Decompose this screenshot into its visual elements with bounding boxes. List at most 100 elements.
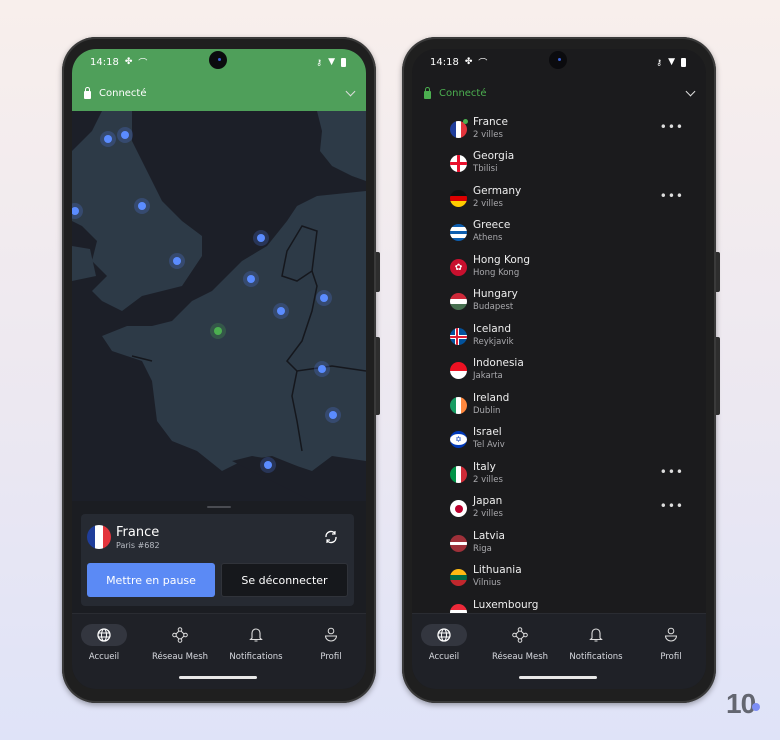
server-pin[interactable] (253, 230, 269, 246)
current-country: France (116, 525, 160, 540)
disconnect-button[interactable]: Se déconnecter (221, 563, 348, 597)
nav-item-profil[interactable]: Profil (634, 624, 706, 662)
germany-flag-icon (450, 190, 467, 207)
country-row-italy[interactable]: Italy 2 villes ••• (412, 457, 706, 491)
country-row-iceland[interactable]: Iceland Reykjavik (412, 319, 706, 353)
greece-flag-icon (450, 224, 467, 241)
country-row-greece[interactable]: Greece Athens (412, 215, 706, 249)
key-icon: ⚷ (316, 57, 323, 67)
connected-server-pin[interactable] (210, 323, 226, 339)
country-row-ireland[interactable]: Ireland Dublin (412, 388, 706, 422)
pause-button[interactable]: Mettre en pause (87, 563, 215, 597)
country-row-hong-kong[interactable]: ✿ Hong Kong Hong Kong (412, 250, 706, 284)
iceland-flag-icon (450, 328, 467, 345)
georgia-flag-icon (450, 155, 467, 172)
server-pin[interactable] (169, 253, 185, 269)
country-cities: 2 villes (473, 509, 503, 519)
country-cities: Tel Aviv (473, 440, 505, 450)
hungary-flag-icon (450, 293, 467, 310)
nav-label: Accueil (88, 652, 120, 662)
server-pin[interactable] (314, 361, 330, 377)
fan-icon: ✤ (464, 57, 473, 67)
country-row-georgia[interactable]: Georgia Tbilisi (412, 146, 706, 180)
connection-status-label: Connecté (99, 87, 147, 99)
power-button (716, 252, 720, 292)
country-row-lithuania[interactable]: Lithuania Vilnius (412, 560, 706, 594)
country-row-israel[interactable]: ✡ Israel Tel Aviv (412, 422, 706, 456)
nav-item-accueil[interactable]: Accueil (412, 624, 481, 662)
country-name: Georgia (473, 150, 515, 162)
nav-item-mesh[interactable]: Réseau Mesh (143, 624, 217, 662)
latvia-flag-icon (450, 535, 467, 552)
connection-status-bar[interactable]: Connecté (412, 75, 706, 111)
battery-icon (341, 57, 346, 67)
server-map[interactable] (72, 111, 366, 501)
country-row-germany[interactable]: Germany 2 villes ••• (412, 181, 706, 215)
bell-icon (249, 628, 263, 642)
power-button (376, 252, 380, 292)
nav-item-profil[interactable]: Profil (294, 624, 366, 662)
chevron-down-icon[interactable] (345, 86, 356, 96)
country-list-screen: 14:18 ✤ ⌒ ⚷ ▼ Connecté France 2 villes •… (412, 49, 706, 689)
server-pin[interactable] (316, 290, 332, 306)
country-cities: Riga (473, 544, 492, 554)
wifi-icon: ▼ (668, 57, 675, 67)
gesture-bar (519, 676, 597, 679)
country-cities: Jakarta (473, 371, 503, 381)
country-name: Ireland (473, 392, 510, 404)
country-cities: Budapest (473, 302, 514, 312)
country-row-japan[interactable]: Japan 2 villes ••• (412, 491, 706, 525)
refresh-icon[interactable] (323, 529, 339, 545)
more-options-icon[interactable]: ••• (660, 499, 684, 513)
more-options-icon[interactable]: ••• (660, 189, 684, 203)
phone-left: 14:18 ✤ ⌒ ⚷ ▼ Connecté France Paris #682… (62, 37, 380, 703)
chevron-down-icon[interactable] (685, 86, 696, 96)
nav-item-mesh[interactable]: Réseau Mesh (483, 624, 557, 662)
nav-label: Réseau Mesh (491, 652, 549, 662)
nav-label: Profil (660, 652, 682, 662)
battery-icon (681, 57, 686, 67)
sheet-handle[interactable] (207, 506, 231, 508)
status-time: 14:18 (90, 56, 119, 68)
server-pin[interactable] (100, 131, 116, 147)
volume-button (376, 337, 380, 415)
country-row-luxembourg[interactable]: Luxembourg (412, 595, 706, 613)
wifi-icon: ▼ (328, 57, 335, 67)
server-pin[interactable] (325, 407, 341, 423)
connected-indicator (463, 119, 468, 124)
country-row-latvia[interactable]: Latvia Riga (412, 526, 706, 560)
country-name: Iceland (473, 323, 512, 335)
nav-label: Réseau Mesh (151, 652, 209, 662)
connection-status-bar[interactable]: Connecté (72, 75, 366, 111)
country-row-france[interactable]: France 2 villes ••• (412, 112, 706, 146)
server-pin[interactable] (260, 457, 276, 473)
server-pin[interactable] (117, 127, 133, 143)
nav-item-notifications[interactable]: Notifications (219, 624, 293, 662)
country-name: Lithuania (473, 564, 522, 576)
nav-label: Notifications (569, 652, 623, 662)
nav-label: Accueil (428, 652, 460, 662)
nav-item-accueil[interactable]: Accueil (72, 624, 141, 662)
country-row-hungary[interactable]: Hungary Budapest (412, 284, 706, 318)
indonesia-flag-icon (450, 362, 467, 379)
more-options-icon[interactable]: ••• (660, 465, 684, 479)
server-pin[interactable] (243, 271, 259, 287)
italy-flag-icon (450, 466, 467, 483)
gesture-bar (179, 676, 257, 679)
country-name: Indonesia (473, 357, 524, 369)
country-row-indonesia[interactable]: Indonesia Jakarta (412, 353, 706, 387)
server-pin[interactable] (134, 198, 150, 214)
vpn-arc-icon: ⌒ (138, 58, 148, 69)
lithuania-flag-icon (450, 569, 467, 586)
more-options-icon[interactable]: ••• (660, 120, 684, 134)
country-cities: Hong Kong (473, 268, 520, 278)
server-pin[interactable] (273, 303, 289, 319)
profile-icon (664, 627, 678, 642)
nav-label: Profil (320, 652, 342, 662)
connection-sheet: France Paris #682 Mettre en pause Se déc… (72, 501, 366, 613)
country-cities: Reykjavik (473, 337, 514, 347)
nav-item-notifications[interactable]: Notifications (559, 624, 633, 662)
phone-right: 14:18 ✤ ⌒ ⚷ ▼ Connecté France 2 villes •… (402, 37, 720, 703)
front-camera (209, 51, 227, 69)
brand-logo-dot (752, 703, 760, 711)
